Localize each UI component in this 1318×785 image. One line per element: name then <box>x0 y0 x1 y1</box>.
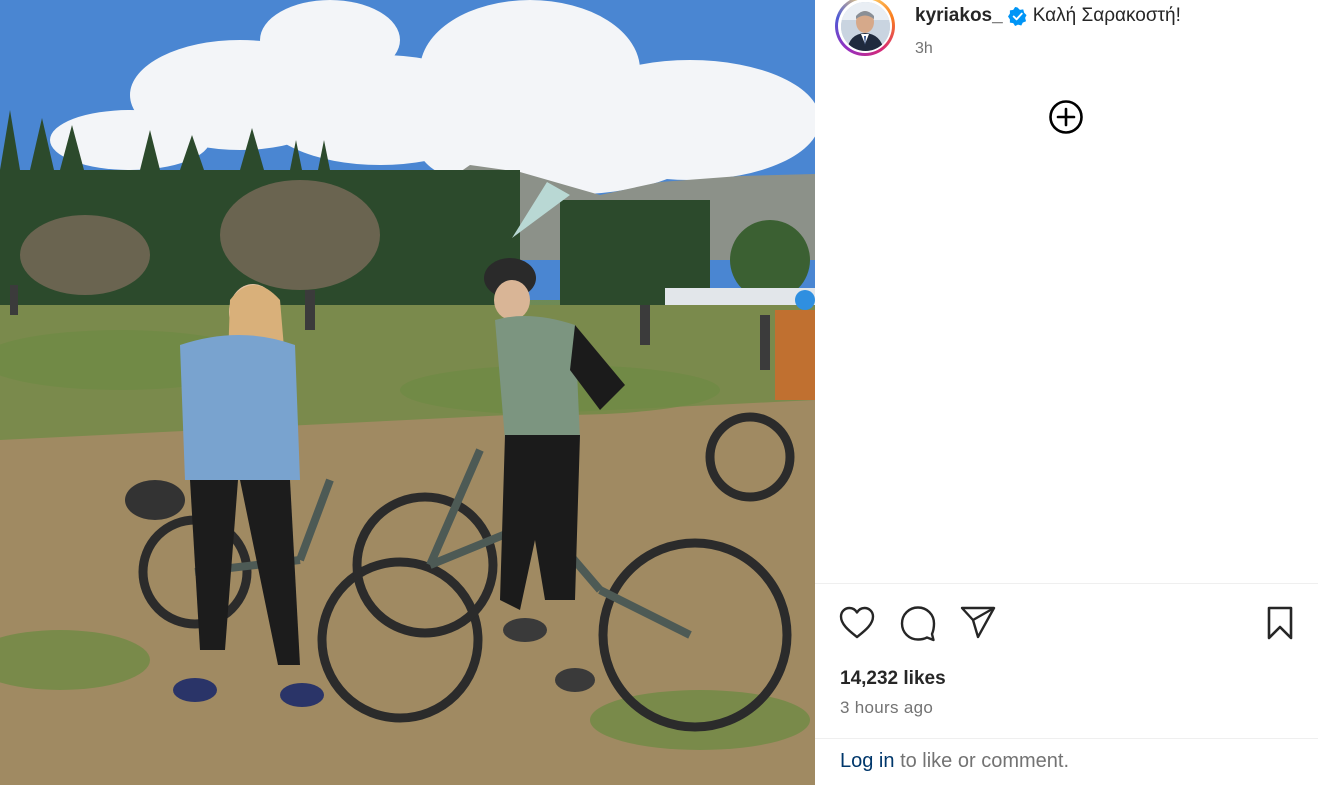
login-prompt: Log in to like or comment. <box>840 750 1069 773</box>
plus-circle-icon[interactable] <box>1048 99 1084 135</box>
post-caption: Καλή Σαρακοστή! <box>1032 5 1181 26</box>
heart-icon[interactable] <box>838 604 876 642</box>
post-time-short[interactable]: 3h <box>915 40 933 58</box>
login-prompt-text: to like or comment. <box>900 750 1070 772</box>
username-link[interactable]: kyriakos_ <box>915 6 1003 26</box>
avatar-story-ring[interactable] <box>835 0 895 56</box>
comment-bubble-icon[interactable] <box>899 604 937 642</box>
post-photo-illustration <box>0 0 815 785</box>
post-time-long[interactable]: 3 hours ago <box>840 698 933 718</box>
avatar-frame <box>838 0 892 53</box>
footer-divider <box>815 738 1318 739</box>
verified-badge-icon <box>1007 6 1027 26</box>
avatar-icon <box>840 1 890 51</box>
post-photo[interactable] <box>0 0 815 785</box>
paper-plane-icon[interactable] <box>959 604 997 642</box>
actions-divider <box>815 583 1318 584</box>
bookmark-icon[interactable] <box>1261 604 1299 642</box>
post-header: kyriakos_ Καλή Σαρακοστή! <box>915 6 1181 26</box>
login-link[interactable]: Log in <box>840 750 895 772</box>
likes-count[interactable]: 14,232 likes <box>840 668 946 690</box>
post-sidebar: kyriakos_ Καλή Σαρακοστή! 3h 14,232 like… <box>815 0 1318 785</box>
